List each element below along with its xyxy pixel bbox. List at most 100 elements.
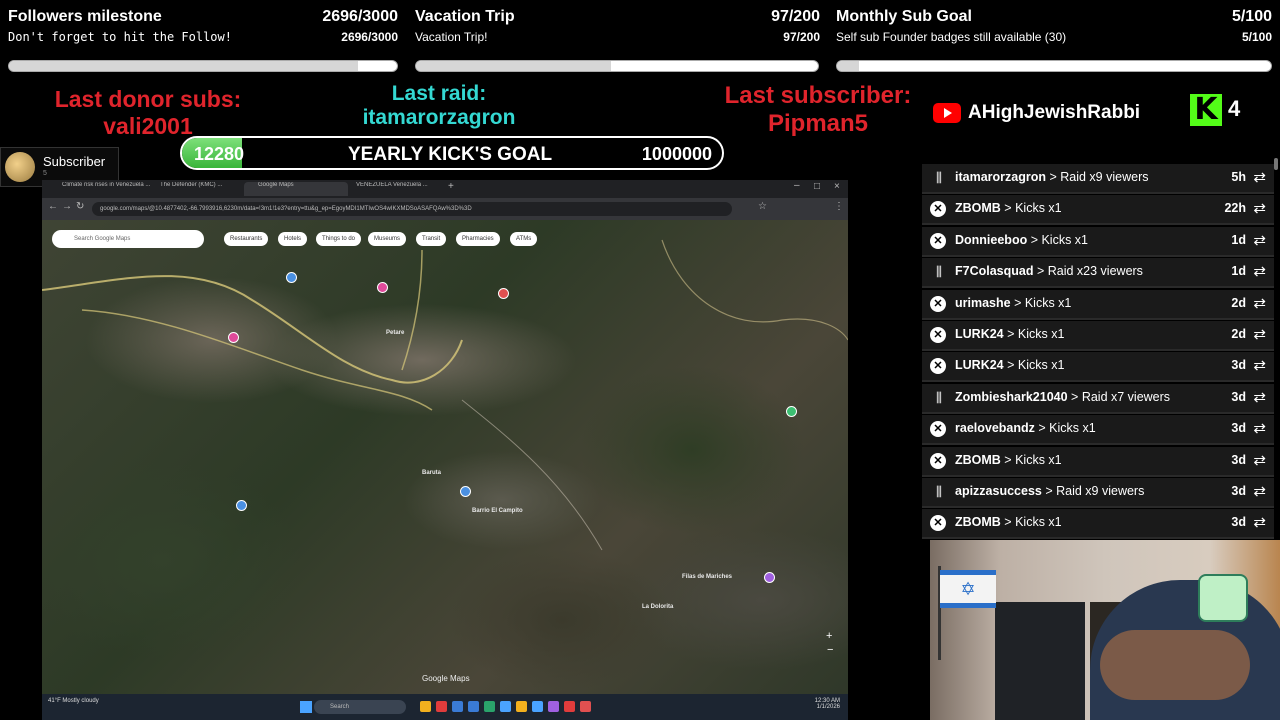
event-action: Raid x23 viewers	[1047, 264, 1143, 279]
replay-icon[interactable]: ⇄	[1253, 513, 1266, 531]
app-icon[interactable]	[564, 701, 575, 712]
map-chip-atms[interactable]: ATMs	[510, 232, 538, 246]
map-chip-restaurants[interactable]: Restaurants	[224, 232, 269, 246]
weather-widget[interactable]: 41°F Mostly cloudy	[48, 698, 99, 704]
feed-scrollbar[interactable]	[1274, 158, 1278, 170]
kick-icon: ✕	[930, 327, 946, 343]
map-pin[interactable]	[236, 500, 247, 511]
map-chip-things-to-do[interactable]: Things to do	[316, 232, 362, 246]
event-text: F7Colasquad > Raid x23 viewers	[955, 264, 1143, 278]
kick-icon: ✕	[930, 358, 946, 375]
replay-icon[interactable]: ⇄	[1253, 262, 1266, 280]
maximize-icon[interactable]: □	[814, 181, 820, 192]
event-time: 3d	[1231, 484, 1246, 498]
map-place-label[interactable]: Petare	[386, 330, 404, 336]
map-place-label[interactable]: La Dolorita	[642, 604, 673, 610]
reload-icon[interactable]: ↻	[76, 201, 84, 212]
event-text: raelovebandz > Kicks x1	[955, 421, 1096, 435]
map-pin[interactable]	[764, 572, 775, 583]
browser-tab[interactable]: The Defender (KMC) ...	[146, 182, 250, 196]
event-action: Raid x9 viewers	[1060, 170, 1149, 184]
goal-progress-bar	[836, 60, 1272, 72]
new-tab-icon[interactable]: +	[448, 181, 454, 192]
back-icon[interactable]: ←	[48, 201, 58, 212]
url-input[interactable]: google.com/maps/@10.4877402,-66.7993916,…	[92, 202, 732, 216]
menu-dots-icon[interactable]: ⋮	[834, 201, 844, 212]
app-icon[interactable]	[516, 701, 527, 712]
event-row: ✕ raelovebandz > Kicks x1 3d ⇄	[922, 415, 1274, 446]
forward-icon[interactable]: →	[62, 201, 72, 212]
webcam-feed: ✡	[930, 540, 1280, 720]
app-icon[interactable]	[468, 701, 479, 712]
event-time: 2d	[1231, 327, 1246, 341]
map-chip-museums[interactable]: Museums	[368, 232, 407, 246]
map-pin[interactable]	[460, 486, 471, 497]
map-chip-hotels[interactable]: Hotels	[278, 232, 308, 246]
replay-icon[interactable]: ⇄	[1253, 482, 1266, 500]
goal-progress-bar	[8, 60, 398, 72]
windows-start-icon[interactable]	[300, 701, 312, 713]
replay-icon[interactable]: ⇄	[1253, 388, 1266, 406]
last-raid-label: Last raid:	[391, 82, 487, 105]
replay-icon[interactable]: ⇄	[1253, 294, 1266, 312]
app-icon[interactable]	[500, 701, 511, 712]
replay-icon[interactable]: ⇄	[1253, 419, 1266, 437]
event-text: apizzasuccess > Raid x9 viewers	[955, 484, 1144, 498]
map-pin[interactable]	[286, 272, 297, 283]
replay-icon[interactable]: ⇄	[1253, 231, 1266, 249]
taskbar-clock[interactable]: 12:30 AM 1/1/2026	[815, 698, 840, 710]
app-icon[interactable]	[532, 701, 543, 712]
goal-title: Monthly Sub Goal	[836, 8, 972, 25]
map-pin[interactable]	[498, 288, 509, 299]
followers-goal: Followers milestone 2696/3000 Don't forg…	[0, 0, 400, 80]
app-icon[interactable]	[484, 701, 495, 712]
map-pin[interactable]	[786, 406, 797, 417]
app-icon[interactable]	[436, 701, 447, 712]
map-chip-pharmacies[interactable]: Pharmacies	[456, 232, 500, 246]
app-icon[interactable]	[420, 701, 431, 712]
app-icon[interactable]	[452, 701, 463, 712]
goal-count-small: 5/100	[1241, 30, 1272, 44]
zoom-out-icon[interactable]: −	[827, 644, 833, 656]
map-place-label[interactable]: Baruta	[422, 470, 441, 476]
event-separator: >	[1027, 232, 1042, 247]
map-pin[interactable]	[377, 282, 388, 293]
raid-icon: ⫼	[936, 264, 942, 280]
browser-tab-active[interactable]: Google Maps	[244, 182, 348, 196]
replay-icon[interactable]: ⇄	[1253, 168, 1266, 186]
close-icon[interactable]: ×	[834, 181, 840, 192]
event-feed[interactable]: ⫼ itamarorzagron > Raid x9 viewers 5h ⇄ ✕ ZBO…	[920, 158, 1280, 540]
map-search-input[interactable]: Search Google Maps	[52, 230, 204, 248]
goal-title: Vacation Trip	[415, 8, 515, 25]
event-time: 3d	[1231, 389, 1246, 404]
map-place-label[interactable]: Filas de Mariches	[682, 574, 732, 580]
app-icon[interactable]	[548, 701, 559, 712]
windows-taskbar: 41°F Mostly cloudy Search 12:30 AM 1/1/2…	[42, 694, 848, 720]
map-chip-transit[interactable]: Transit	[416, 232, 447, 246]
map-place-label[interactable]: Barrio El Campito	[472, 508, 523, 514]
replay-icon[interactable]: ⇄	[1253, 325, 1266, 343]
event-action: Raid x7 viewers	[1081, 389, 1171, 404]
browser-tab[interactable]: VENEZUELA Venezuela ...	[342, 182, 446, 196]
last-donor-label: Last donor subs:	[54, 86, 242, 112]
event-separator: >	[1067, 389, 1082, 404]
event-text: LURK24 > Kicks x1	[955, 358, 1064, 372]
replay-icon[interactable]: ⇄	[1253, 451, 1266, 469]
replay-icon[interactable]: ⇄	[1253, 199, 1266, 217]
minimize-icon[interactable]: –	[794, 180, 800, 191]
event-separator: >	[1000, 201, 1016, 216]
replay-icon[interactable]: ⇄	[1253, 356, 1266, 374]
event-row: ✕ Donnieeboo > Kicks x1 1d ⇄	[922, 226, 1274, 257]
browser-tab[interactable]: Climate risk rises in Venezuela ...	[48, 182, 152, 196]
map-pin[interactable]	[228, 332, 239, 343]
bookmark-star-icon[interactable]: ☆	[758, 201, 767, 212]
event-separator: >	[1033, 264, 1048, 279]
app-icon[interactable]	[580, 701, 591, 712]
event-action: Kicks x1	[1015, 452, 1062, 467]
zoom-in-icon[interactable]: +	[826, 630, 832, 642]
event-text: ZBOMB > Kicks x1	[955, 515, 1062, 529]
taskbar-search-input[interactable]: Search	[314, 700, 406, 714]
event-action: Kicks x1	[1015, 201, 1062, 216]
google-map[interactable]: Search Google Maps Restaurants Hotels Th…	[42, 220, 848, 694]
event-action: Kicks x1	[1049, 421, 1096, 436]
